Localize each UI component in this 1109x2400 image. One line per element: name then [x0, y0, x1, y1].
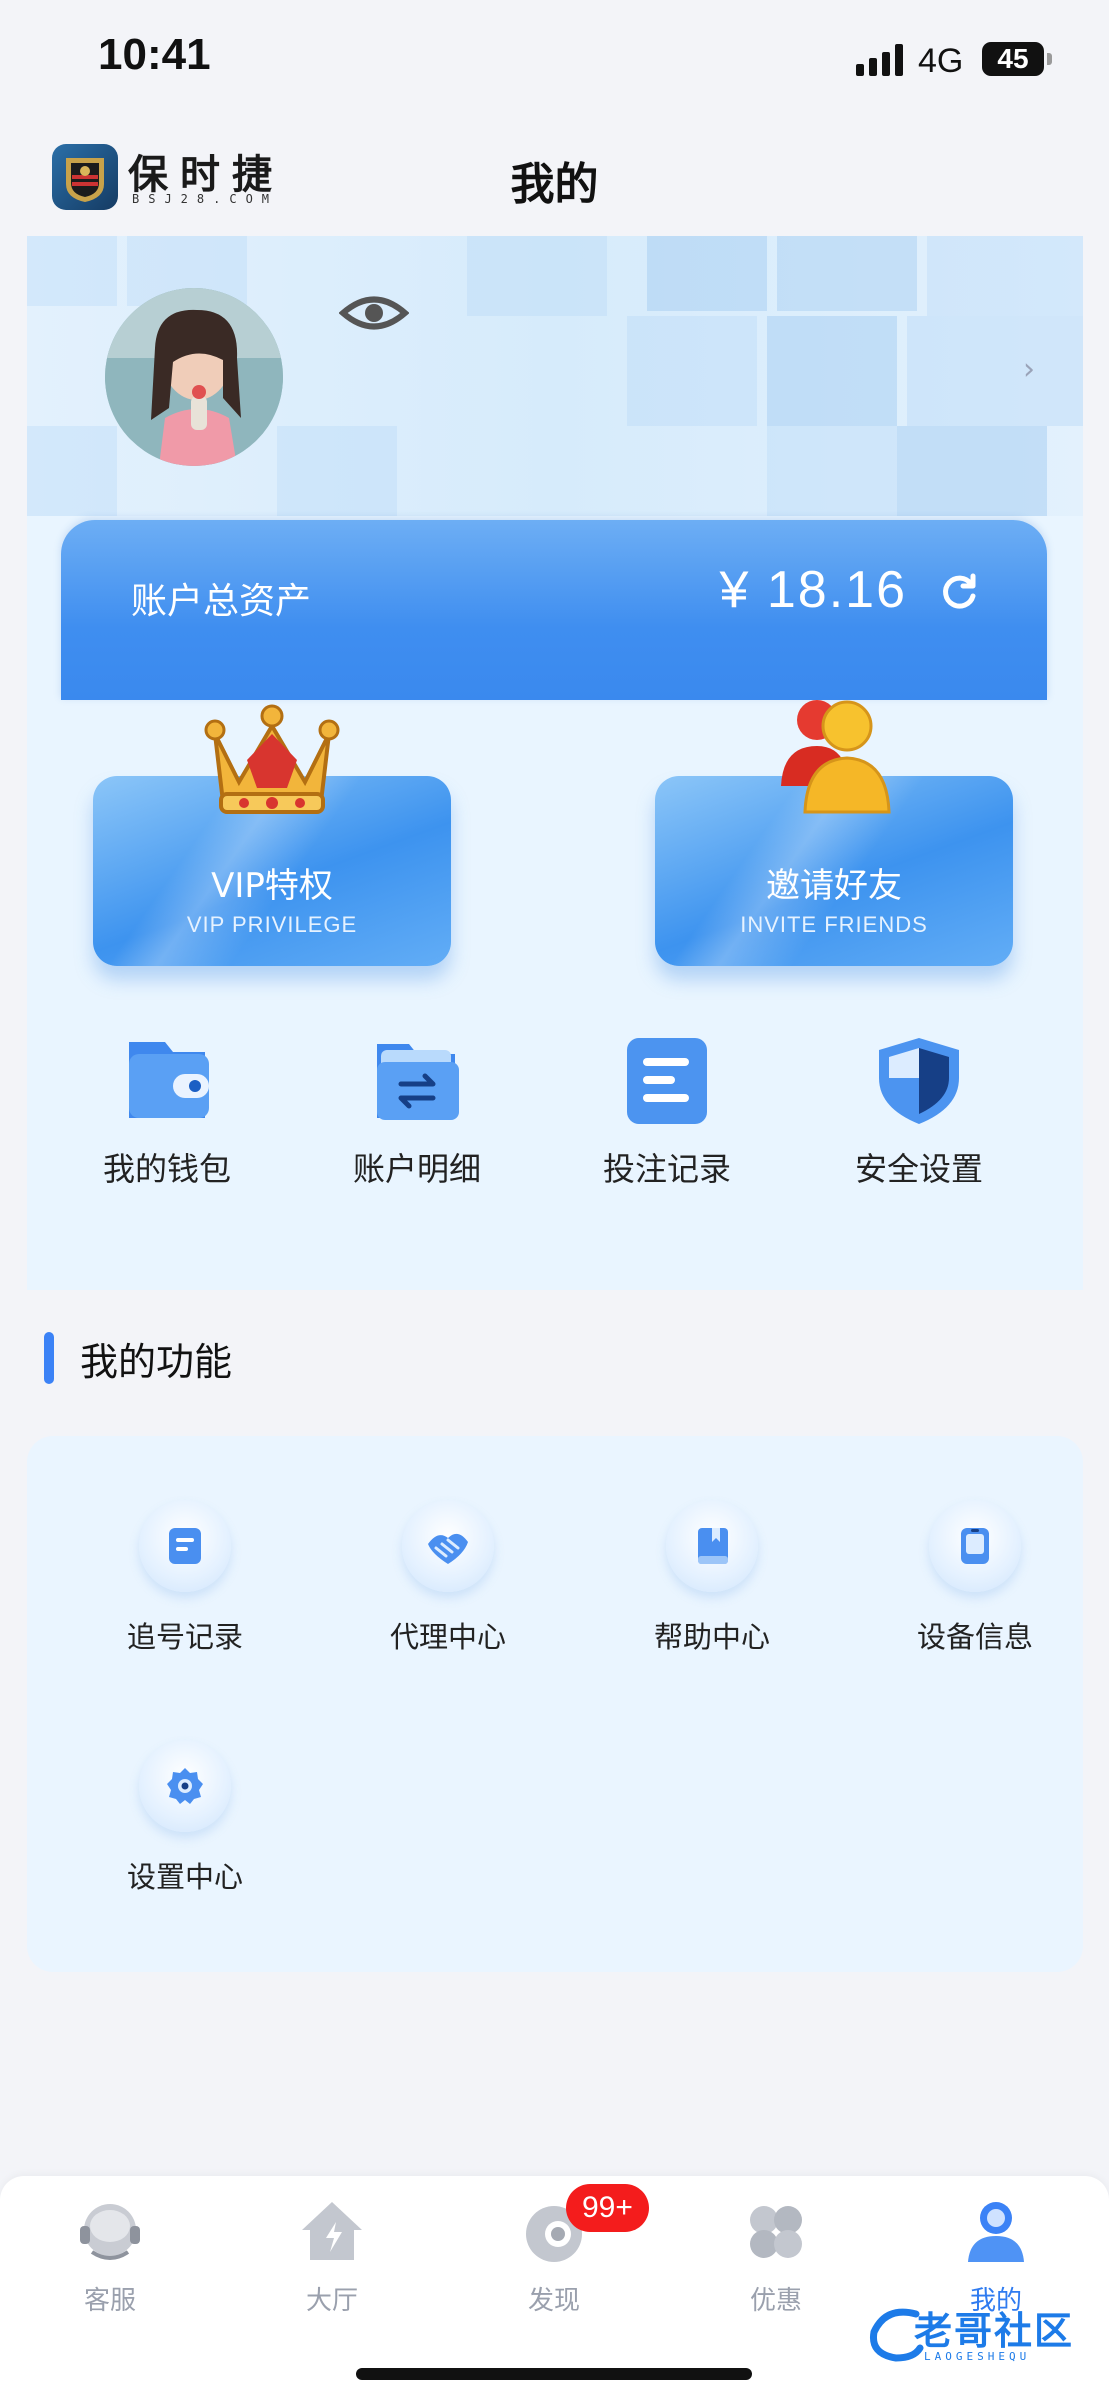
tab-promotions[interactable]: 优惠: [676, 2196, 876, 2317]
wallet-icon: [129, 1042, 209, 1118]
tab-lobby-label: 大厅: [305, 2286, 358, 2316]
home-indicator[interactable]: [356, 2368, 752, 2380]
notification-badge: 99+: [566, 2184, 649, 2232]
account-card: › 账户总资产 ¥ 18.16 VIP特权 VIP PRIVILEGE 邀请好友…: [27, 236, 1083, 1290]
tab-discover-label: 发现: [527, 2286, 580, 2316]
tab-support[interactable]: 客服: [10, 2196, 210, 2317]
device-info-button[interactable]: 设备信息: [875, 1500, 1075, 1656]
my-wallet-label: 我的钱包: [102, 1150, 231, 1188]
tracking-records-button[interactable]: 追号记录: [85, 1500, 285, 1656]
watermark-text: 老哥社区: [914, 2309, 1075, 2353]
clover-icon: [750, 2206, 802, 2258]
functions-title: 我的功能: [80, 1339, 233, 1384]
vip-title: VIP特权: [211, 866, 333, 906]
tab-mine[interactable]: 我的: [896, 2196, 1096, 2317]
functions-section-title: 我的功能: [44, 1330, 232, 1386]
handshake-icon: [402, 1500, 494, 1592]
my-wallet-button[interactable]: 我的钱包: [67, 1034, 267, 1194]
vip-subtitle: VIP PRIVILEGE: [186, 912, 358, 937]
agent-center-label: 代理中心: [389, 1620, 506, 1654]
book-icon: [666, 1500, 758, 1592]
watermark: 老哥社区 LAOGESHEQU: [866, 2300, 1102, 2372]
section-accent-bar: [44, 1332, 54, 1384]
account-details-label: 账户明细: [352, 1150, 481, 1188]
crown-icon: [204, 704, 340, 814]
support-icon: [80, 2204, 140, 2260]
tablet-icon: [929, 1500, 1021, 1592]
status-bar: 10:41 4G 45: [0, 0, 1109, 120]
agent-center-button[interactable]: 代理中心: [348, 1500, 548, 1656]
app-header: 保时捷 BSJ28.COM 我的: [0, 120, 1109, 236]
status-time: 10:41: [98, 30, 211, 79]
friends-icon: [781, 700, 891, 814]
eye-icon[interactable]: [339, 288, 409, 338]
record-icon: [139, 1500, 231, 1592]
device-info-label: 设备信息: [916, 1620, 1033, 1654]
account-details-button[interactable]: 账户明细: [317, 1034, 517, 1194]
tab-lobby[interactable]: 大厅: [232, 2196, 432, 2317]
functions-grid: 追号记录 代理中心 帮助中心 设备信息 设置中心: [27, 1436, 1083, 1972]
watermark-sub: LAOGESHEQU: [924, 2350, 1031, 2363]
help-center-button[interactable]: 帮助中心: [612, 1500, 812, 1656]
page-title: 我的: [510, 159, 599, 210]
tab-promotions-label: 优惠: [749, 2286, 802, 2316]
home-icon: [302, 2202, 362, 2260]
folder-transfer-icon: [377, 1044, 459, 1120]
refresh-icon[interactable]: [937, 570, 981, 614]
tracking-records-label: 追号记录: [126, 1620, 243, 1654]
help-center-label: 帮助中心: [653, 1620, 770, 1654]
signal-icon: [856, 44, 903, 76]
settings-center-button[interactable]: 设置中心: [85, 1740, 285, 1896]
vip-privilege-button[interactable]: VIP特权 VIP PRIVILEGE: [93, 704, 451, 966]
tab-support-label: 客服: [83, 2286, 136, 2316]
bet-records-label: 投注记录: [602, 1150, 731, 1188]
invite-title: 邀请好友: [766, 866, 902, 906]
security-settings-button[interactable]: 安全设置: [819, 1034, 1019, 1194]
bet-records-button[interactable]: 投注记录: [567, 1034, 767, 1194]
chevron-right-icon[interactable]: ›: [1023, 352, 1035, 387]
security-settings-label: 安全设置: [854, 1150, 983, 1188]
profile-icon: [968, 2202, 1024, 2262]
total-assets-card: 账户总资产 ¥ 18.16: [61, 520, 1047, 700]
total-assets-value: ¥ 18.16: [719, 561, 907, 619]
invite-subtitle: INVITE FRIENDS: [740, 912, 928, 937]
shield-icon: [879, 1038, 959, 1124]
settings-center-label: 设置中心: [126, 1860, 243, 1894]
gear-icon: [139, 1740, 231, 1832]
network-type: 4G: [918, 42, 964, 80]
avatar[interactable]: [105, 288, 283, 466]
battery-icon: 45: [982, 42, 1052, 76]
quick-actions: 我的钱包 账户明细 投注记录 安全设置: [27, 1034, 1083, 1194]
total-assets-label: 账户总资产: [131, 581, 312, 622]
invite-friends-button[interactable]: 邀请好友 INVITE FRIENDS: [655, 700, 1013, 966]
profile-banner[interactable]: ›: [27, 236, 1083, 516]
document-list-icon: [627, 1038, 707, 1124]
